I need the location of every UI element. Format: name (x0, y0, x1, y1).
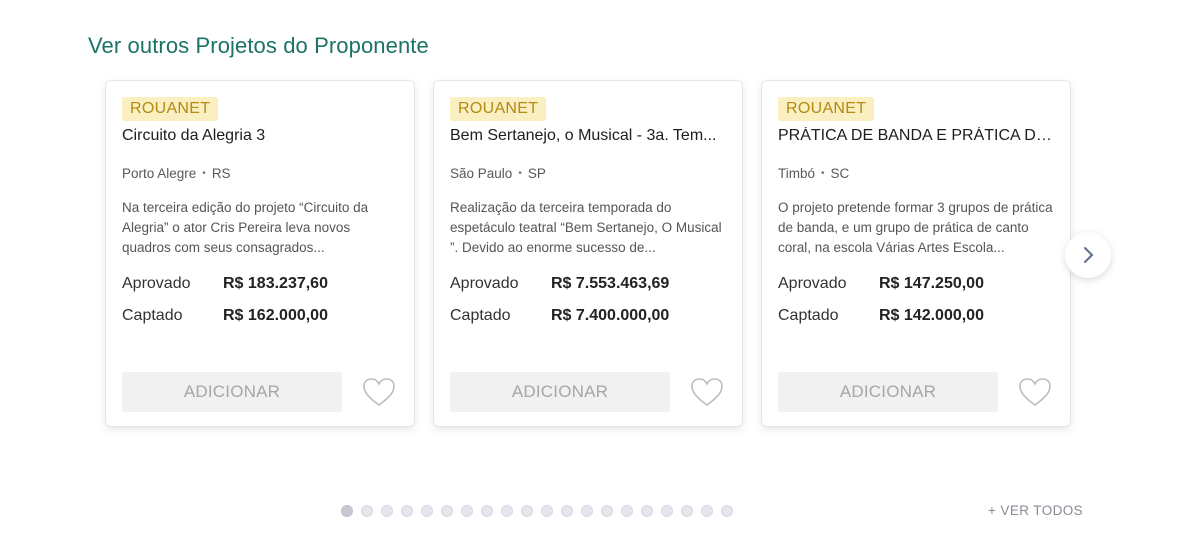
project-description: Na terceira edição do projeto “Circuito … (122, 200, 369, 255)
raised-label: Captado (450, 307, 511, 324)
card-footer: ADICIONAR (450, 372, 726, 412)
program-badge: ROUANET (778, 97, 875, 121)
approved-row: Aprovado R$ 147.250,00 (778, 268, 1054, 300)
project-location: Porto Alegre • RS (122, 166, 398, 181)
project-description: Realização da terceira temporada do espe… (450, 200, 722, 255)
card-footer: ADICIONAR (122, 372, 398, 412)
raised-row: Captado R$ 162.000,00 (122, 300, 398, 332)
section-title: Ver outros Projetos do Proponente (88, 33, 429, 58)
approved-value: R$ 183.237,60 (223, 275, 328, 292)
project-cards: ROUANET Circuito da Alegria 3 Porto Aleg… (105, 80, 1071, 427)
project-state: SP (527, 166, 546, 181)
pagination-dot[interactable] (541, 505, 553, 517)
separator-dot: • (518, 168, 522, 179)
project-title[interactable]: Circuito da Alegria 3 (122, 127, 400, 145)
pagination-dot[interactable] (421, 505, 433, 517)
card-footer: ADICIONAR (778, 372, 1054, 412)
pagination-dot[interactable] (581, 505, 593, 517)
pagination-dot[interactable] (701, 505, 713, 517)
raised-value: R$ 142.000,00 (879, 307, 984, 324)
project-card[interactable]: ROUANET PRÁTICA DE BANDA E PRÁTICA DE ..… (761, 80, 1071, 427)
approved-label: Aprovado (450, 275, 519, 292)
raised-value: R$ 7.400.000,00 (551, 307, 670, 324)
separator-dot: • (202, 168, 206, 179)
raised-value: R$ 162.000,00 (223, 307, 328, 324)
project-state: RS (211, 166, 231, 181)
pagination-dot[interactable] (521, 505, 533, 517)
approved-label: Aprovado (778, 275, 847, 292)
chevron-right-icon (1084, 247, 1093, 263)
heart-icon[interactable] (690, 376, 724, 408)
add-button[interactable]: ADICIONAR (450, 372, 670, 412)
approved-label: Aprovado (122, 275, 191, 292)
project-card[interactable]: ROUANET Circuito da Alegria 3 Porto Aleg… (105, 80, 415, 427)
carousel-pagination (341, 505, 733, 517)
raised-row: Captado R$ 142.000,00 (778, 300, 1054, 332)
raised-label: Captado (122, 307, 183, 324)
project-city: São Paulo (450, 166, 513, 181)
raised-row: Captado R$ 7.400.000,00 (450, 300, 726, 332)
financial-info: Aprovado R$ 7.553.463,69 Captado R$ 7.40… (450, 268, 726, 332)
project-title[interactable]: PRÁTICA DE BANDA E PRÁTICA DE ... (778, 127, 1056, 145)
financial-info: Aprovado R$ 147.250,00 Captado R$ 142.00… (778, 268, 1054, 332)
pagination-dot[interactable] (661, 505, 673, 517)
pagination-dot[interactable] (441, 505, 453, 517)
project-location: Timbó • SC (778, 166, 1054, 181)
pagination-dot[interactable] (641, 505, 653, 517)
project-card[interactable]: ROUANET Bem Sertanejo, o Musical - 3a. T… (433, 80, 743, 427)
pagination-dot[interactable] (381, 505, 393, 517)
pagination-dot[interactable] (341, 505, 353, 517)
project-state: SC (830, 166, 850, 181)
heart-icon[interactable] (1018, 376, 1052, 408)
add-button[interactable]: ADICIONAR (778, 372, 998, 412)
heart-icon[interactable] (362, 376, 396, 408)
add-button[interactable]: ADICIONAR (122, 372, 342, 412)
approved-row: Aprovado R$ 7.553.463,69 (450, 268, 726, 300)
page: Ver outros Projetos do Proponente ROUANE… (0, 0, 1194, 556)
approved-value: R$ 147.250,00 (879, 275, 984, 292)
financial-info: Aprovado R$ 183.237,60 Captado R$ 162.00… (122, 268, 398, 332)
pagination-dot[interactable] (361, 505, 373, 517)
separator-dot: • (821, 168, 825, 179)
program-badge: ROUANET (450, 97, 547, 121)
pagination-dot[interactable] (501, 505, 513, 517)
program-badge: ROUANET (122, 97, 219, 121)
pagination-dot[interactable] (561, 505, 573, 517)
project-city: Porto Alegre (122, 166, 197, 181)
project-city: Timbó (778, 166, 816, 181)
approved-row: Aprovado R$ 183.237,60 (122, 268, 398, 300)
next-slide-button[interactable] (1065, 232, 1111, 278)
project-location: São Paulo • SP (450, 166, 726, 181)
pagination-dot[interactable] (621, 505, 633, 517)
pagination-dot[interactable] (721, 505, 733, 517)
pagination-dot[interactable] (601, 505, 613, 517)
project-title[interactable]: Bem Sertanejo, o Musical - 3a. Tem... (450, 127, 728, 145)
pagination-dot[interactable] (461, 505, 473, 517)
approved-value: R$ 7.553.463,69 (551, 275, 670, 292)
raised-label: Captado (778, 307, 839, 324)
see-all-link[interactable]: + VER TODOS (988, 503, 1083, 518)
pagination-dot[interactable] (401, 505, 413, 517)
pagination-dot[interactable] (481, 505, 493, 517)
project-description: O projeto pretende formar 3 grupos de pr… (778, 200, 1053, 255)
pagination-dot[interactable] (681, 505, 693, 517)
